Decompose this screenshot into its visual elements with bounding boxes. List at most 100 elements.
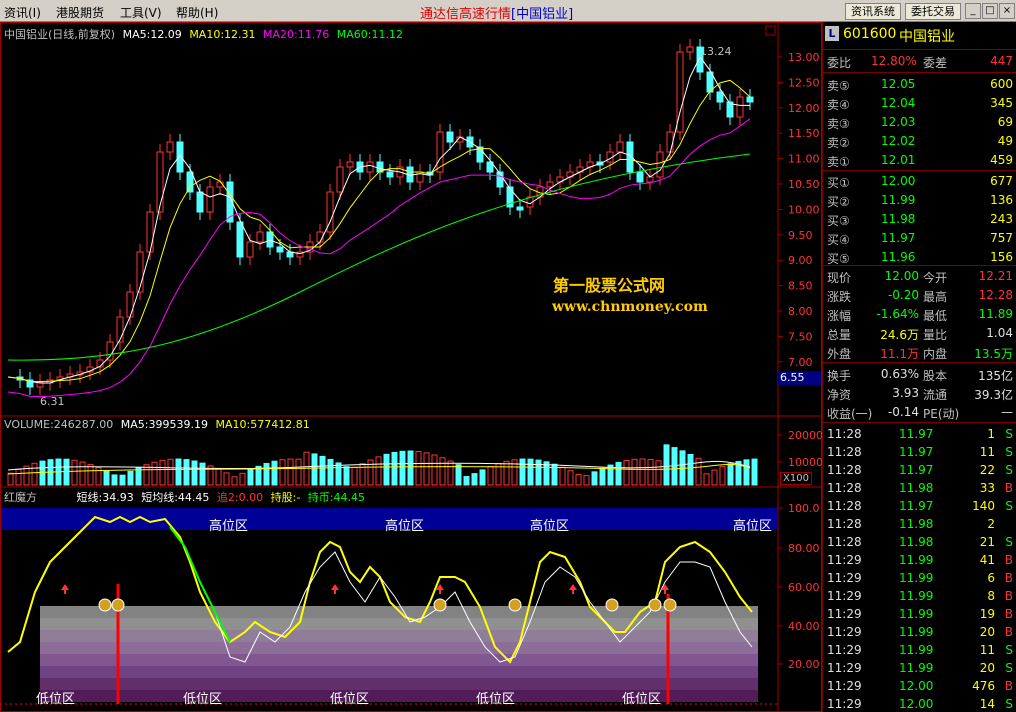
tick-row[interactable]: 11:28 11.97 11 S bbox=[823, 443, 1016, 461]
sell-level-label: 卖① bbox=[827, 155, 850, 169]
sell-row[interactable]: 卖⑤ 12.05 600 bbox=[823, 75, 1016, 94]
tick-volume: 2 bbox=[987, 517, 995, 531]
close-icon[interactable]: × bbox=[999, 3, 1015, 19]
menu-hk-futures[interactable]: 港股期货 bbox=[56, 4, 104, 21]
minimize-icon[interactable]: _ bbox=[965, 3, 981, 19]
volume-bar bbox=[167, 458, 174, 486]
tick-price: 11.98 bbox=[899, 481, 934, 495]
trade-button[interactable]: 委托交易 bbox=[905, 3, 961, 20]
tick-time: 11:28 bbox=[827, 481, 862, 495]
volume-tick-label: 20000 bbox=[788, 429, 822, 442]
stat-value: 13.5万 bbox=[974, 347, 1013, 361]
tick-row[interactable]: 11:28 11.97 1 S bbox=[823, 425, 1016, 443]
indicator-pane[interactable] bbox=[0, 508, 778, 705]
tick-volume: 19 bbox=[979, 607, 995, 621]
weibi-value: 12.80% bbox=[871, 54, 917, 68]
stat-label: 总量 bbox=[827, 328, 852, 342]
stock-logo-icon: L bbox=[825, 26, 839, 41]
tick-row[interactable]: 11:28 11.97 22 S bbox=[823, 461, 1016, 479]
stat-value: 12.00 bbox=[884, 269, 919, 283]
tick-row[interactable]: 11:29 11.99 6 B bbox=[823, 569, 1016, 587]
volume-bar bbox=[567, 470, 574, 486]
tick-row[interactable]: 11:29 11.99 41 B bbox=[823, 551, 1016, 569]
tick-row[interactable]: 11:28 11.97 140 S bbox=[823, 497, 1016, 515]
weibi-row: 委比 12.80% 委差 447 bbox=[823, 52, 1016, 71]
low-zone-label: 低位区 bbox=[36, 692, 76, 707]
tick-row[interactable]: 11:29 11.99 20 B bbox=[823, 623, 1016, 641]
tick-price: 11.99 bbox=[899, 643, 934, 657]
sell-row[interactable]: 卖④ 12.04 345 bbox=[823, 94, 1016, 113]
sell-row[interactable]: 卖② 12.02 49 bbox=[823, 132, 1016, 151]
tick-row[interactable]: 11:28 11.98 2 bbox=[823, 515, 1016, 533]
tick-time: 11:29 bbox=[827, 697, 862, 711]
indicator-short-avg: 短均线:44.45 bbox=[141, 491, 210, 504]
buy-row[interactable]: 买④ 11.97 757 bbox=[823, 229, 1016, 248]
menu-info[interactable]: 资讯(I) bbox=[4, 4, 41, 21]
info-system-button[interactable]: 资讯系统 bbox=[845, 3, 901, 20]
high-zone-label: 高位区 bbox=[385, 519, 425, 534]
volume-bar bbox=[271, 460, 278, 486]
money-bag-icon bbox=[111, 598, 125, 612]
tick-price: 11.98 bbox=[899, 517, 934, 531]
buy-volume: 136 bbox=[990, 193, 1013, 207]
fund-value: 135亿 bbox=[978, 369, 1013, 383]
volume-bar bbox=[287, 458, 294, 486]
tick-time: 11:28 bbox=[827, 499, 862, 513]
buy-row[interactable]: 买② 11.99 136 bbox=[823, 191, 1016, 210]
low-zone-label: 低位区 bbox=[330, 692, 370, 707]
quote-panel[interactable]: L 601600 中国铝业 委比 12.80% 委差 447 卖⑤ 12.05 … bbox=[822, 22, 1016, 712]
menu-help[interactable]: 帮助(H) bbox=[176, 4, 218, 21]
tick-row[interactable]: 11:29 11.99 11 S bbox=[823, 641, 1016, 659]
sell-row[interactable]: 卖③ 12.03 69 bbox=[823, 113, 1016, 132]
tick-side: S bbox=[1005, 463, 1013, 477]
tick-side: B bbox=[1004, 625, 1013, 639]
pane-toggle-icon[interactable] bbox=[765, 25, 776, 36]
buy-level-label: 买① bbox=[827, 176, 850, 190]
tick-row[interactable]: 11:28 11.98 33 B bbox=[823, 479, 1016, 497]
stat-label: 涨幅 bbox=[827, 309, 852, 323]
price-tick-label: 9.50 bbox=[788, 229, 813, 242]
indicator-tick-label: 40.00 bbox=[788, 620, 820, 633]
fund-label: 股本 bbox=[923, 369, 948, 383]
buy-row[interactable]: 买③ 11.98 243 bbox=[823, 210, 1016, 229]
candle-body bbox=[686, 46, 694, 53]
volume-bar bbox=[431, 454, 438, 486]
sell-volume: 345 bbox=[990, 96, 1013, 110]
menu-tools[interactable]: 工具(V) bbox=[120, 4, 162, 21]
tick-row[interactable]: 11:29 11.99 19 B bbox=[823, 605, 1016, 623]
price-tick-label: 12.00 bbox=[788, 102, 820, 115]
tick-volume: 6 bbox=[987, 571, 995, 585]
tick-row[interactable]: 11:28 11.98 21 S bbox=[823, 533, 1016, 551]
volume-bar bbox=[751, 458, 758, 486]
tick-row[interactable]: 11:29 12.00 14 S bbox=[823, 695, 1016, 712]
money-bag-icon bbox=[663, 598, 677, 612]
sell-row[interactable]: 卖① 12.01 459 bbox=[823, 151, 1016, 170]
volume-bar bbox=[447, 460, 454, 486]
tick-side: S bbox=[1005, 499, 1013, 513]
buy-row[interactable]: 买① 12.00 677 bbox=[823, 172, 1016, 191]
volume-bar bbox=[743, 459, 750, 486]
maximize-icon[interactable]: □ bbox=[982, 3, 998, 19]
tick-row[interactable]: 11:29 11.99 8 B bbox=[823, 587, 1016, 605]
candle-body bbox=[366, 161, 374, 173]
candle-body bbox=[666, 131, 674, 153]
volume-bar bbox=[391, 451, 398, 486]
tick-row[interactable]: 11:29 11.99 20 S bbox=[823, 659, 1016, 677]
volume-pane[interactable] bbox=[7, 444, 758, 486]
fund-label: 收益(一) bbox=[827, 407, 873, 421]
volume-bar bbox=[687, 453, 694, 486]
indicator-tick-label: 60.00 bbox=[788, 581, 820, 594]
stat-value: 24.6万 bbox=[880, 328, 919, 342]
volume-bar bbox=[103, 470, 110, 486]
stat-label: 涨跌 bbox=[827, 290, 852, 304]
buy-price: 11.99 bbox=[881, 193, 916, 207]
tick-time: 11:28 bbox=[827, 445, 862, 459]
price-pane[interactable] bbox=[7, 39, 754, 398]
price-tick-label: 8.50 bbox=[788, 280, 813, 293]
tick-price: 11.99 bbox=[899, 589, 934, 603]
tick-price: 12.00 bbox=[899, 679, 934, 693]
volume-bar bbox=[583, 475, 590, 486]
tick-side: S bbox=[1005, 445, 1013, 459]
chart-area[interactable]: 13.00 12.50 12.00 11.50 11.00 10.50 10.00 9.50 9… bbox=[0, 22, 822, 712]
tick-row[interactable]: 11:29 12.00 476 B bbox=[823, 677, 1016, 695]
